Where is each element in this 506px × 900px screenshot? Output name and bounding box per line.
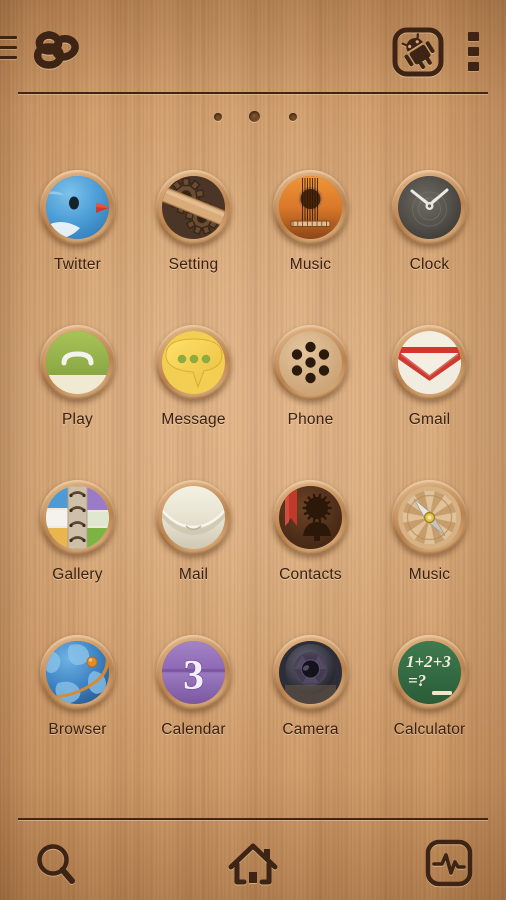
icon-face — [46, 176, 109, 239]
mail-envelope-icon[interactable] — [156, 480, 231, 555]
hamburger-line — [0, 56, 17, 59]
phone-dial-holes-icon[interactable] — [273, 325, 348, 400]
icon-face — [279, 331, 342, 394]
top-separator-line — [18, 92, 488, 94]
overflow-dot — [468, 47, 479, 56]
search-button[interactable] — [25, 836, 89, 894]
app-cell-browser-12[interactable]: Browser — [19, 635, 136, 739]
app-label: Message — [161, 411, 226, 428]
svg-text:=?: =? — [408, 671, 426, 690]
svg-text:1+2+3: 1+2+3 — [406, 652, 451, 671]
app-label: Contacts — [279, 566, 342, 583]
guitar-music-icon[interactable] — [273, 170, 348, 245]
page-indicator — [0, 108, 506, 128]
app-cell-play-4[interactable]: Play — [19, 325, 136, 429]
app-label: Play — [62, 411, 93, 428]
app-label: Setting — [168, 256, 219, 273]
app-cell-gmail-7[interactable]: Gmail — [371, 325, 488, 429]
icon-face — [162, 176, 225, 239]
app-cell-calendar-13[interactable]: 3 Calendar — [135, 635, 252, 739]
icon-face — [46, 331, 109, 394]
calendar-day-3-icon[interactable]: 3 — [156, 635, 231, 710]
bottom-separator-line — [18, 818, 488, 820]
app-label: Calendar — [161, 721, 226, 738]
play-store-bag-icon[interactable] — [40, 325, 115, 400]
app-cell-music-2[interactable]: Music — [252, 170, 369, 274]
app-label: Music — [289, 256, 332, 273]
home-button[interactable] — [221, 836, 285, 894]
overflow-dot — [468, 32, 479, 41]
chalkboard-calculator-icon[interactable]: 1+2+3 =? — [392, 635, 467, 710]
app-grid: Twitter Setting Music Clock Play Message… — [0, 170, 506, 790]
svg-text:3: 3 — [183, 653, 204, 699]
globe-browser-icon[interactable] — [40, 635, 115, 710]
gears-settings-icon[interactable] — [156, 170, 231, 245]
app-label: Camera — [282, 721, 339, 738]
page-dot-1[interactable] — [213, 113, 222, 121]
contacts-book-icon[interactable] — [273, 480, 348, 555]
app-cell-music-11[interactable]: Music — [371, 480, 488, 584]
camera-lens-icon[interactable] — [273, 635, 348, 710]
app-cell-gallery-8[interactable]: Gallery — [19, 480, 136, 584]
top-bar — [0, 0, 506, 95]
app-cell-twitter-0[interactable]: Twitter — [19, 170, 136, 274]
app-label: Phone — [287, 411, 334, 428]
app-label: Clock — [409, 256, 450, 273]
overflow-dot — [468, 62, 479, 71]
trefoil-knot-logo[interactable] — [28, 25, 84, 70]
activity-button[interactable] — [417, 836, 481, 894]
android-robot-framed-icon[interactable] — [392, 27, 446, 77]
icon-face: 3 — [162, 641, 225, 704]
app-label: Twitter — [53, 256, 102, 273]
app-label: Music — [408, 566, 451, 583]
app-cell-message-5[interactable]: Message — [135, 325, 252, 429]
photo-album-icon[interactable] — [40, 480, 115, 555]
app-cell-camera-14[interactable]: Camera — [252, 635, 369, 739]
icon-face — [162, 486, 225, 549]
twitter-bird-icon[interactable] — [40, 170, 115, 245]
three-dot-overflow-icon[interactable] — [468, 32, 482, 72]
icon-face — [46, 486, 109, 549]
icon-face — [279, 176, 342, 239]
icon-face — [162, 331, 225, 394]
page-dot-2[interactable] — [249, 111, 260, 122]
analog-clock-icon[interactable] — [392, 170, 467, 245]
dock-bar — [0, 828, 506, 900]
app-cell-calculator-15[interactable]: 1+2+3 =? Calculator — [371, 635, 488, 739]
app-cell-setting-1[interactable]: Setting — [135, 170, 252, 274]
icon-face — [46, 641, 109, 704]
app-cell-mail-9[interactable]: Mail — [135, 480, 252, 584]
icon-face: 1+2+3 =? — [398, 641, 461, 704]
app-label: Gallery — [52, 566, 103, 583]
app-label: Browser — [48, 721, 107, 738]
app-cell-contacts-10[interactable]: Contacts — [252, 480, 369, 584]
page-dot-3[interactable] — [288, 113, 297, 121]
speech-bubble-icon[interactable] — [156, 325, 231, 400]
icon-face — [279, 641, 342, 704]
hamburger-line — [0, 46, 17, 49]
icon-face — [398, 331, 461, 394]
app-label: Gmail — [408, 411, 451, 428]
gmail-envelope-icon[interactable] — [392, 325, 467, 400]
hamburger-menu-icon[interactable] — [0, 36, 17, 60]
icon-face — [279, 486, 342, 549]
app-cell-clock-3[interactable]: Clock — [371, 170, 488, 274]
app-cell-phone-6[interactable]: Phone — [252, 325, 369, 429]
icon-face — [398, 486, 461, 549]
app-label: Calculator — [393, 721, 466, 738]
compass-rose-icon[interactable] — [392, 480, 467, 555]
app-label: Mail — [178, 566, 209, 583]
icon-face — [398, 176, 461, 239]
hamburger-line — [0, 36, 17, 39]
